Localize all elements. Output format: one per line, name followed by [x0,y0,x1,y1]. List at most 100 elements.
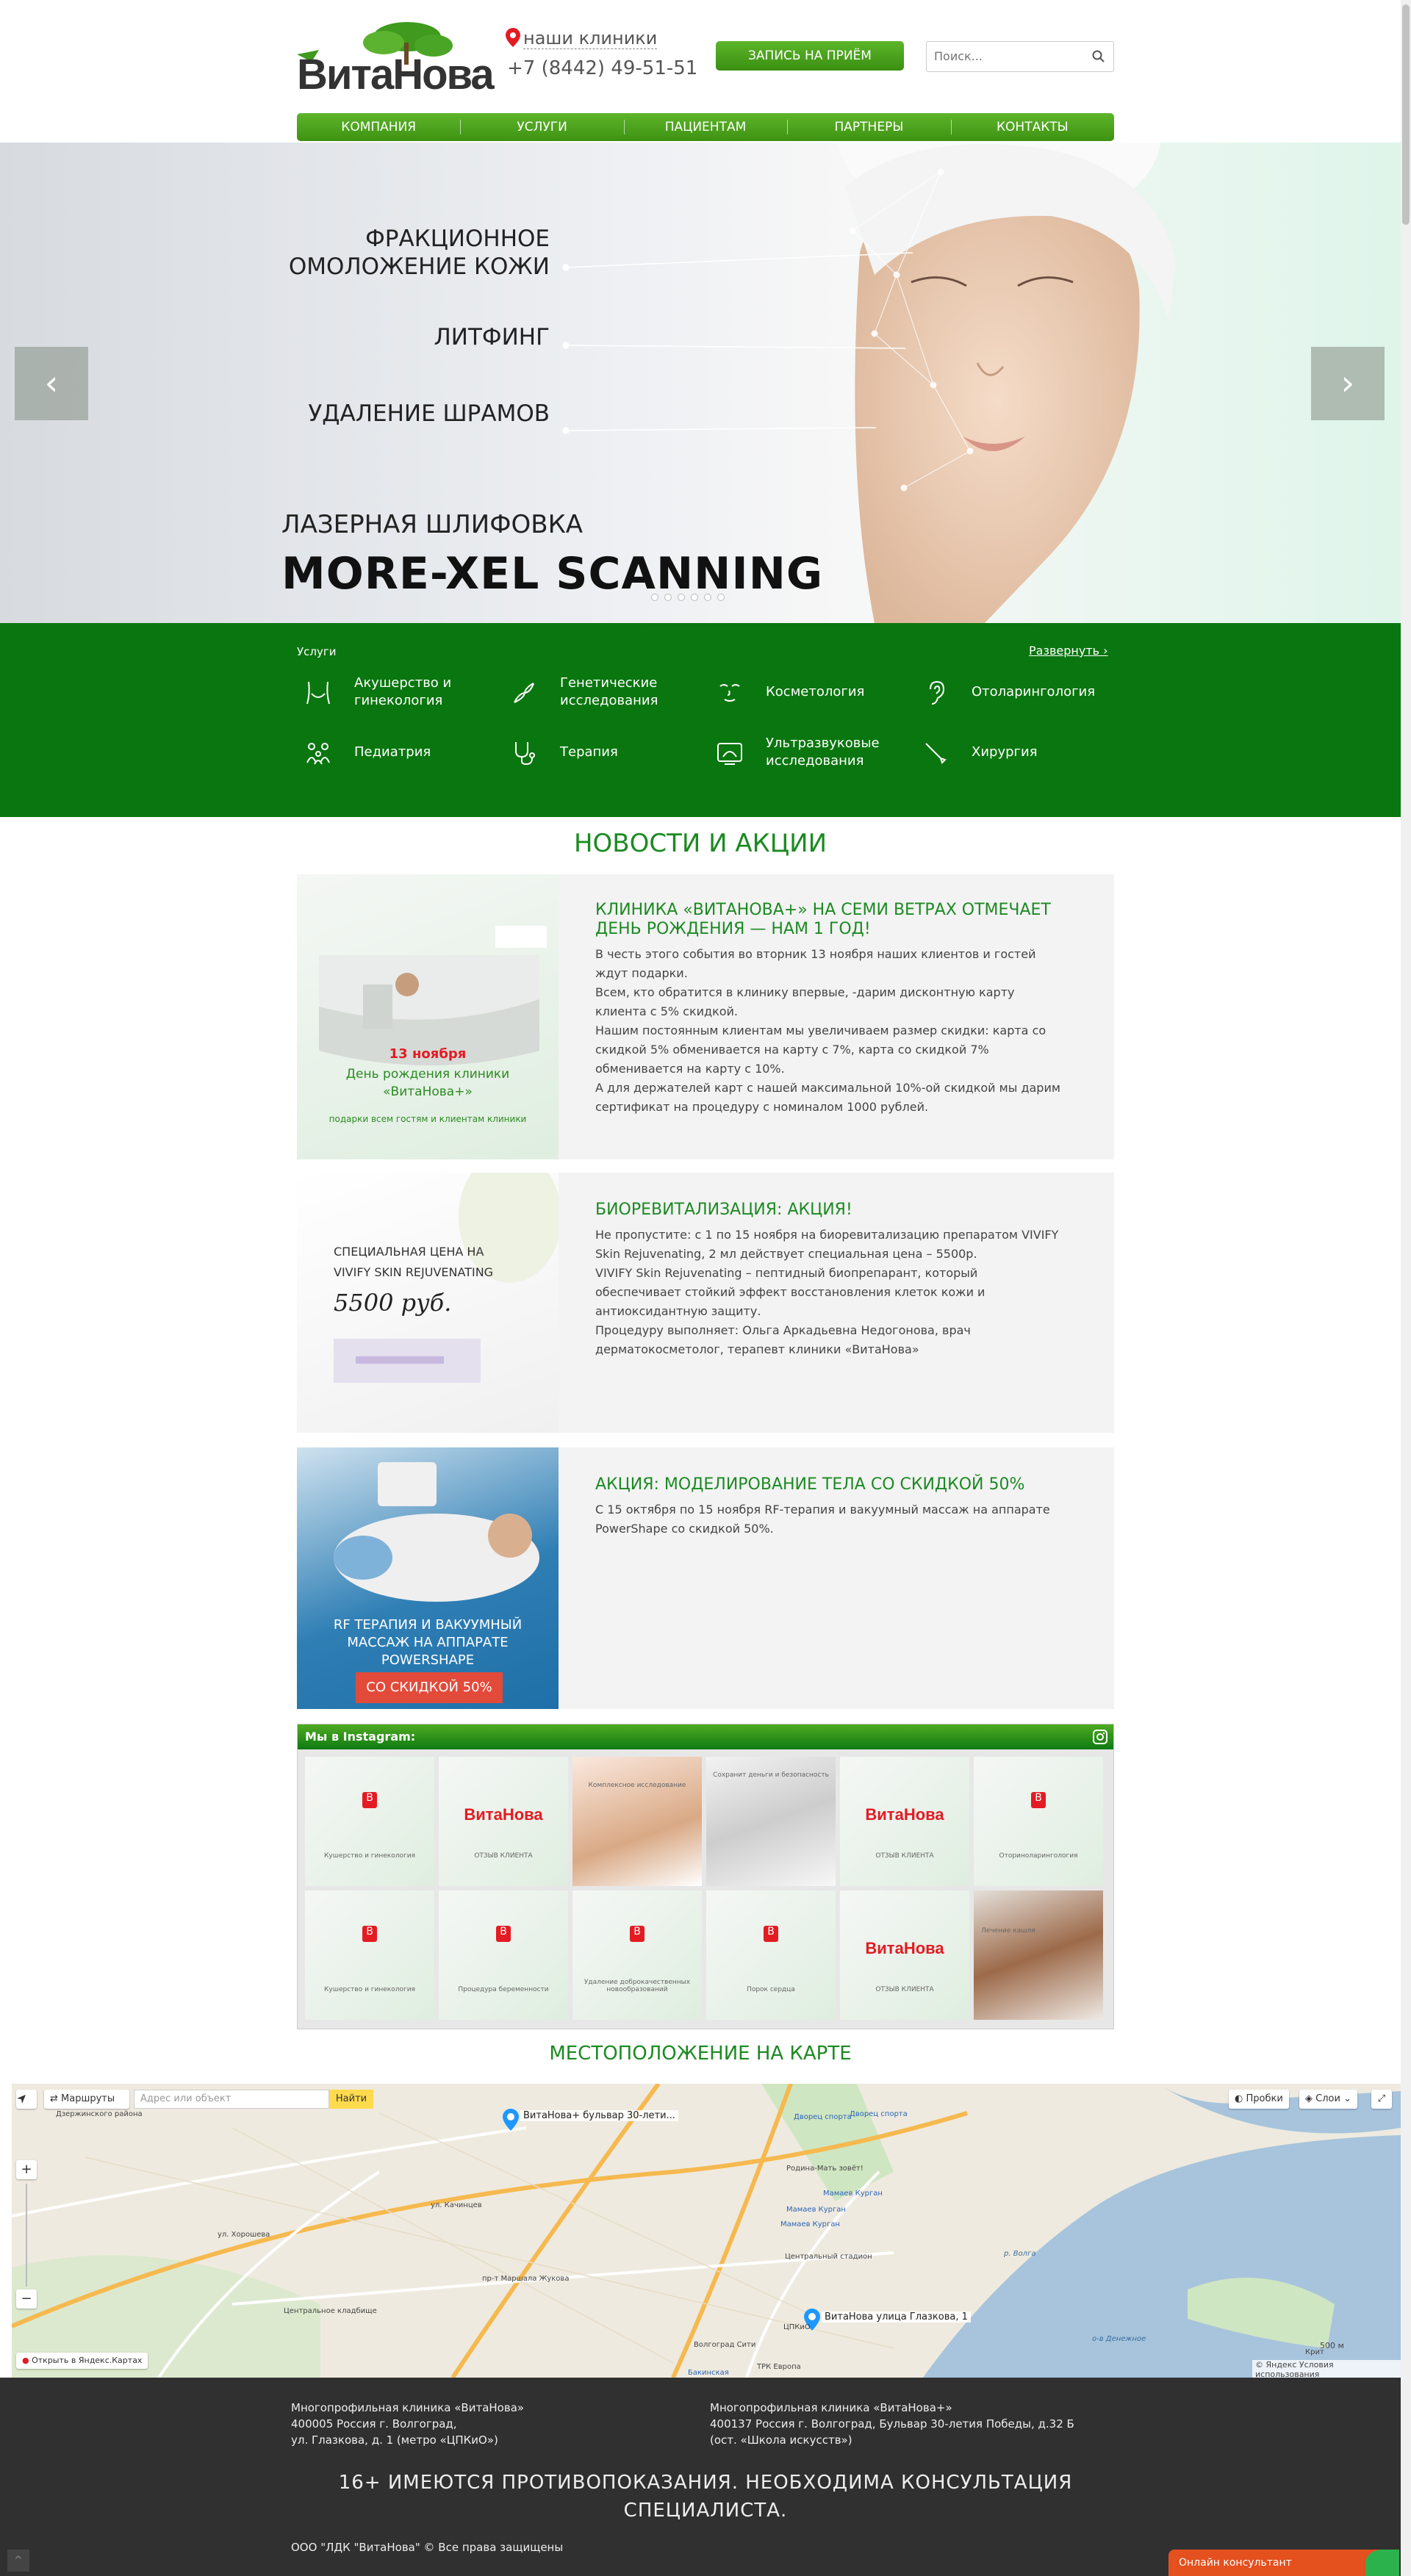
news-title[interactable]: АКЦИЯ: МОДЕЛИРОВАНИЕ ТЕЛА СО СКИДКОЙ 50% [595,1475,1066,1494]
service-genetics[interactable]: Генетические исследования [503,670,694,714]
service-label: Отоларингология [972,684,1096,699]
zoom-in-button[interactable]: + [16,2160,37,2179]
hero-slider: ФРАКЦИОННОЕ ОМОЛОЖЕНИЕ КОЖИ ЛИТФИНГ УДАЛ… [0,143,1401,623]
news-text: С 15 октября по 15 ноября RF-терапия и в… [595,1503,1050,1536]
services-expand-link[interactable]: Развернуть › [1029,644,1108,658]
news-item[interactable]: СПЕЦИАЛЬНАЯ ЦЕНА НА VIVIFY SKIN REJUVENA… [297,1173,1114,1433]
slider-next-button[interactable]: › [1311,347,1385,420]
yandex-map[interactable]: ⇄ Маршруты Адрес или объект Найти ◐ Проб… [12,2084,1401,2378]
news-text: Не пропустите: с 1 по 15 ноября на биоре… [595,1228,1059,1356]
scrollbar-thumb[interactable] [1402,4,1410,225]
brand-mark-icon: В [362,1792,377,1808]
map-copyright[interactable]: © Яндекс Условия использования [1252,2360,1401,2378]
service-obstetrics[interactable]: Акушерство и гинекология [297,670,488,714]
logo-text: ВитаНова [297,51,495,98]
fullscreen-icon: ⤢ [1377,2093,1386,2104]
slider-prev-button[interactable]: ‹ [15,347,88,420]
service-label: Ультразвуковые исследования [766,735,880,769]
slider-dot[interactable] [717,594,725,601]
instagram-icon[interactable] [1093,1730,1107,1744]
layers-icon: ◈ [1305,2093,1316,2104]
scroll-to-top-button[interactable]: ^ [7,2550,29,2572]
instagram-post[interactable]: В Процедура беременности [439,1890,568,2020]
map-place-label: Центральный стадион [785,2253,872,2261]
brand-mark-icon: В [764,1926,778,1942]
slide-line-3: УДАЛЕНИЕ ШРАМОВ [308,400,550,427]
instagram-post[interactable]: В Удаление доброкачественных новообразова… [572,1890,702,2020]
appointment-button[interactable]: ЗАПИСЬ НА ПРИЁМ [716,41,904,71]
main-nav: КОМПАНИЯ УСЛУГИ ПАЦИЕНТАМ ПАРТНЕРЫ КОНТА… [297,113,1114,141]
routes-button[interactable]: ⇄ Маршруты [44,2090,129,2109]
nav-patients[interactable]: ПАЦИЕНТАМ [623,113,787,141]
instagram-post[interactable]: В Оториноларингология [974,1757,1103,1886]
post-caption: Комплексное исследование [588,1782,686,1789]
geolocation-button[interactable] [16,2090,37,2109]
news-title[interactable]: КЛИНИКА «ВИТАНОВА+» НА СЕМИ ВЕТРАХ ОТМЕЧ… [595,901,1066,939]
zoom-out-button[interactable]: − [16,2289,37,2309]
traffic-button[interactable]: ◐ Пробки [1229,2090,1289,2109]
instagram-post[interactable]: ВитаНова ОТЗЫВ КЛИЕНТА [840,1757,969,1886]
instagram-post[interactable]: Комплексное исследование [572,1757,702,1886]
instagram-post[interactable]: В Кушерство и гинекология [305,1757,434,1886]
instagram-post[interactable]: В Кушерство и гинекология [305,1890,434,2020]
search-icon[interactable] [1091,49,1106,64]
nav-services[interactable]: УСЛУГИ [460,113,623,141]
post-caption: Порок сердца [747,1986,795,1993]
instagram-post[interactable]: ВитаНова ОТЗЫВ КЛИЕНТА [840,1890,969,2020]
our-clinics-label: наши клиники [523,28,658,49]
service-therapy[interactable]: Терапия [503,730,694,774]
location-arrow-icon [17,2095,26,2104]
map-place-label: ТРК Европа [757,2363,801,2371]
nav-company[interactable]: КОМПАНИЯ [297,113,460,141]
search-input[interactable] [934,42,1088,70]
news-image-footer: подарки всем гостям и клиентам клиники [328,1114,527,1124]
scrollbar[interactable] [1401,0,1411,2576]
slider-dot[interactable] [664,594,672,601]
our-clinics-link[interactable]: наши клиники [506,28,658,49]
service-ultrasound[interactable]: Ультразвуковые исследования [708,730,900,774]
service-label: Хирургия [972,744,1038,760]
slider-dot[interactable] [651,594,658,601]
instagram-post[interactable]: Сохранит деньги и безопасность [706,1757,836,1886]
fullscreen-button[interactable]: ⤢ [1371,2090,1392,2109]
zoom-slider[interactable] [26,2184,27,2287]
instagram-title: Мы в Instagram: [305,1730,416,1744]
instagram-post[interactable]: Лечение кашля [974,1890,1103,2020]
post-caption: Кушерство и гинекология [324,1986,415,1993]
online-chat-button[interactable]: Онлайн консультант [1168,2550,1399,2576]
map-find-button[interactable]: Найти [329,2090,373,2109]
news-title[interactable]: БИОРЕВИТАЛИЗАЦИЯ: АКЦИЯ! [595,1201,1066,1220]
map-marker-icon[interactable] [503,2109,519,2131]
map-marker-label[interactable]: ВитаНова+ бульвар 30-лети... [520,2110,678,2121]
slide-line-1: ФРАКЦИОННОЕ ОМОЛОЖЕНИЕ КОЖИ [288,226,550,280]
news-image-caption: RF ТЕРАПИЯ И ВАКУУМНЫЙ МАССАЖ НА АППАРАТ… [333,1617,523,1668]
service-pediatrics[interactable]: Педиатрия [297,730,488,774]
phone-number[interactable]: +7 (8442) 49-51-51 [507,57,697,79]
news-image-badge: СО СКИДКОЙ 50% [356,1672,503,1703]
open-yandex-label: Открыть в Яндекс.Картах [32,2356,143,2365]
routes-icon: ⇄ [50,2093,62,2104]
map-place-label: Дворец спорта [794,2113,852,2121]
chevron-down-icon: ⌄ [1340,2093,1351,2104]
instagram-post[interactable]: ВитаНова ОТЗЫВ КЛИЕНТА [439,1757,568,1886]
instagram-post[interactable]: В Порок сердца [706,1890,836,2020]
service-otolaryngology[interactable]: Отоларингология [914,670,1105,714]
nav-contacts[interactable]: КОНТАКТЫ [950,113,1114,141]
map-address-input[interactable]: Адрес или объект [134,2090,329,2109]
service-surgery[interactable]: Хирургия [914,730,1105,774]
logo[interactable]: ВитаНова [297,21,495,100]
news-notch [559,1294,567,1312]
service-label: Педиатрия [354,744,431,760]
map-marker-label[interactable]: ВитаНова улица Глазкова, 1 [822,2311,971,2323]
open-in-yandex-link[interactable]: ● Открыть в Яндекс.Картах [16,2353,148,2369]
slider-dot[interactable] [678,594,685,601]
instagram-widget: Мы в Instagram: В Кушерство и гинекология… [297,1724,1114,2029]
slider-dot-active[interactable] [691,594,698,601]
news-item[interactable]: RF ТЕРАПИЯ И ВАКУУМНЫЙ МАССАЖ НА АППАРАТ… [297,1447,1114,1709]
news-item[interactable]: 13 ноября День рождения клиники «ВитаНов… [297,874,1114,1159]
layers-button[interactable]: ◈ Слои ⌄ [1299,2090,1357,2109]
service-cosmetology[interactable]: Косметология [708,670,900,714]
slider-dot[interactable] [704,594,711,601]
nav-partners[interactable]: ПАРТНЕРЫ [787,113,950,141]
footer-address-2: Многопрофильная клиника «ВитаНова+» 4001… [710,2401,1074,2447]
